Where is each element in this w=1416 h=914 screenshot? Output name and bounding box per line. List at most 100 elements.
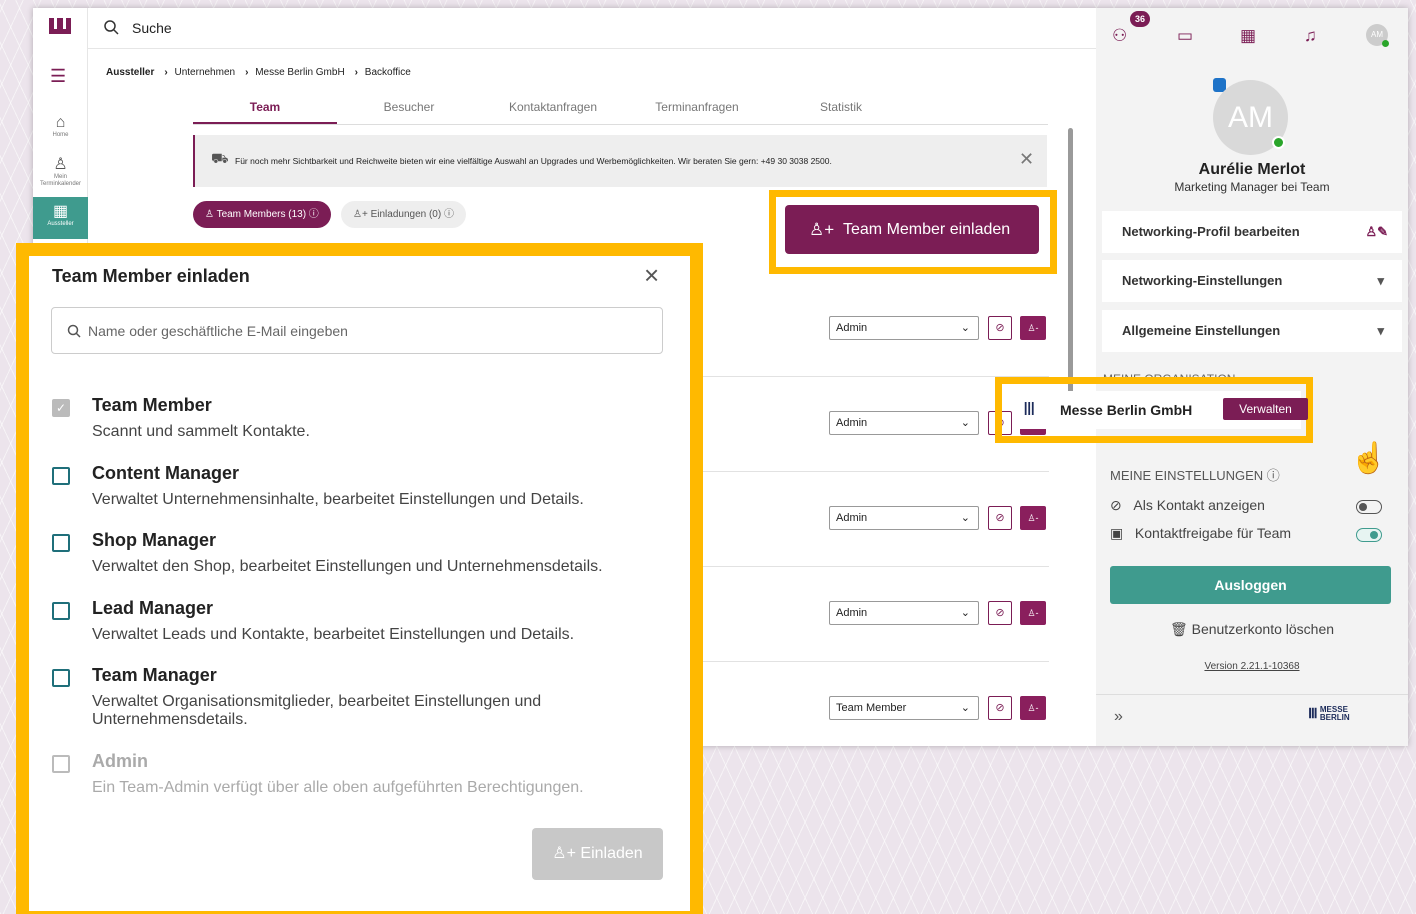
role-select[interactable]: Admin ⌄ (829, 316, 979, 340)
tab-appointment-requests[interactable]: Terminanfragen (625, 100, 769, 114)
manage-button[interactable]: Verwalten (1223, 398, 1308, 420)
checkbox[interactable] (52, 602, 70, 620)
role-name: Team Member (92, 395, 212, 415)
invite-submit-button[interactable]: ♙+ Einladen (532, 828, 663, 880)
remove-user-icon[interactable]: ♙- (1020, 696, 1046, 720)
role-value: Admin (836, 607, 868, 619)
chevron-down-icon: ⌄ (960, 607, 970, 619)
menu-label: Networking-Profil bearbeiten (1122, 224, 1300, 239)
delete-account-link[interactable]: 🗑 Benutzerkonto löschen (1096, 621, 1408, 638)
hide-icon[interactable]: ⊘ (988, 316, 1012, 340)
notification-badge: 36 (1130, 11, 1150, 27)
checkbox[interactable] (52, 467, 70, 485)
invite-dialog: Team Member einladen × Name oder geschäf… (29, 256, 690, 911)
filter-invitations[interactable]: ♙+ Einladungen (0) ⓘ (341, 201, 466, 228)
share-team-row: ▣ Kontaktfreigabe für Team (1110, 525, 1291, 542)
checkbox[interactable] (52, 669, 70, 687)
breadcrumb-item[interactable]: Aussteller (106, 67, 154, 78)
people-icon[interactable]: ⚇ (1112, 26, 1127, 46)
tab-statistics[interactable]: Statistik (769, 100, 913, 114)
home-icon: ⌂ (55, 114, 66, 131)
nav-item-exhibitor[interactable]: ▦ Aussteller (33, 197, 88, 239)
tab-visitors[interactable]: Besucher (337, 100, 481, 114)
link-label: Benutzerkonto löschen (1191, 621, 1335, 637)
grid-icon: ▦ (52, 203, 69, 220)
breadcrumb-item[interactable]: Unternehmen (174, 67, 235, 78)
remove-user-icon[interactable]: ♙- (1020, 506, 1046, 530)
collapse-icon[interactable]: » (1114, 708, 1123, 726)
role-select[interactable]: Admin ⌄ (829, 411, 979, 435)
chevron-down-icon: ⌄ (960, 512, 970, 524)
role-description: Verwaltet Unternehmensinhalte, bearbeite… (92, 491, 584, 508)
share-team-toggle[interactable] (1356, 528, 1382, 542)
organisation-name: Messe Berlin GmbH (1060, 402, 1193, 418)
add-user-icon: ♙+ (809, 220, 835, 239)
button-label: Einladen (580, 845, 643, 862)
logout-button[interactable]: Ausloggen (1110, 566, 1391, 604)
close-icon[interactable]: ✕ (1019, 149, 1034, 170)
role-value: Admin (836, 322, 868, 334)
nav-item-home[interactable]: ⌂ Home (33, 114, 88, 138)
hide-icon[interactable]: ⊘ (988, 696, 1012, 720)
cart-icon: ⛟ (211, 150, 229, 166)
remove-user-icon[interactable]: ♙- (1020, 316, 1046, 340)
app-logo-icon[interactable] (47, 16, 73, 38)
invite-team-member-button[interactable]: ♙+ Team Member einladen (785, 205, 1039, 254)
general-settings-item[interactable]: Allgemeine Einstellungen ▾ (1102, 310, 1402, 352)
setting-label: Als Kontakt anzeigen (1133, 497, 1265, 513)
role-description: Verwaltet Organisationsmitglieder, bearb… (92, 693, 542, 728)
role-value: Team Member (836, 702, 907, 714)
remove-user-icon[interactable]: ♙- (1020, 601, 1046, 625)
columns-icon: Ⅲ (1308, 705, 1318, 721)
version-link[interactable]: Version 2.21.1-10368 (1096, 661, 1408, 672)
logo-text: BERLIN (1319, 713, 1350, 722)
role-select[interactable]: Admin ⌄ (829, 506, 979, 530)
menu-label: Networking-Einstellungen (1122, 273, 1283, 288)
caret-down-icon: ▾ (1377, 323, 1384, 338)
search-placeholder: Name oder geschäftliche E-Mail eingeben (88, 323, 348, 339)
profile-subtitle: Marketing Manager bei Team (1174, 180, 1330, 194)
info-icon: ⓘ (1266, 468, 1280, 483)
filter-label: Einladungen (0) (370, 209, 442, 220)
scrollbar[interactable] (1068, 128, 1073, 408)
networking-settings-item[interactable]: Networking-Einstellungen ▾ (1102, 260, 1402, 302)
menu-icon[interactable]: ☰ (50, 66, 66, 87)
calendar-icon[interactable]: ▦ (1240, 26, 1256, 46)
role-select[interactable]: Admin ⌄ (829, 601, 979, 625)
breadcrumb-item[interactable]: Messe Berlin GmbH (255, 67, 344, 78)
checkbox-disabled[interactable] (52, 755, 70, 773)
show-contact-toggle[interactable] (1356, 500, 1382, 514)
role-name: Content Manager (92, 463, 240, 483)
hide-icon[interactable]: ⊘ (988, 506, 1012, 530)
organisation-logo-icon: Ⅲ (1023, 399, 1036, 419)
tab-contact-requests[interactable]: Kontaktanfragen (481, 100, 625, 114)
contact-card-icon: ▣ (1110, 525, 1124, 541)
edit-user-icon: ♙✎ (1365, 224, 1388, 239)
filter-team-members[interactable]: ♙ Team Members (13) ⓘ (193, 201, 331, 228)
settings-header: MEINE EINSTELLUNGEN ⓘ (1110, 465, 1280, 484)
role-description: Ein Team-Admin verfügt über alle oben au… (92, 779, 584, 796)
row-divider (669, 566, 1049, 567)
search-icon (67, 324, 81, 338)
row-divider (669, 661, 1049, 662)
button-label: Team Member einladen (843, 221, 1011, 238)
tab-team[interactable]: Team (193, 100, 337, 124)
checkbox-checked-icon[interactable]: ✓ (52, 399, 70, 417)
role-name: Lead Manager (92, 598, 214, 618)
chat-icon[interactable]: ▭ (1177, 26, 1193, 46)
messe-berlin-logo: Ⅲ MESSE BERLIN (1308, 706, 1350, 722)
nav-item-calendar[interactable]: ♙ Mein Terminkalender (33, 156, 88, 188)
info-banner: ⛟ Für noch mehr Sichtbarkeit und Reichwe… (193, 135, 1047, 187)
caret-down-icon: ▾ (1377, 273, 1384, 288)
hide-icon[interactable]: ⊘ (988, 601, 1012, 625)
checkbox[interactable] (52, 534, 70, 552)
edit-profile-button[interactable]: Networking-Profil bearbeiten ♙✎ (1102, 211, 1402, 253)
chevron-down-icon: ⌄ (960, 322, 970, 334)
bell-icon[interactable]: ♫ (1304, 26, 1317, 46)
breadcrumb-item[interactable]: Backoffice (365, 67, 411, 78)
dialog-title: Team Member einladen (52, 266, 250, 286)
role-select[interactable]: Team Member ⌄ (829, 696, 979, 720)
search-input[interactable]: Name oder geschäftliche E-Mail eingeben (51, 307, 663, 354)
search-input[interactable]: Suche (132, 20, 172, 36)
close-icon[interactable]: × (644, 260, 659, 291)
